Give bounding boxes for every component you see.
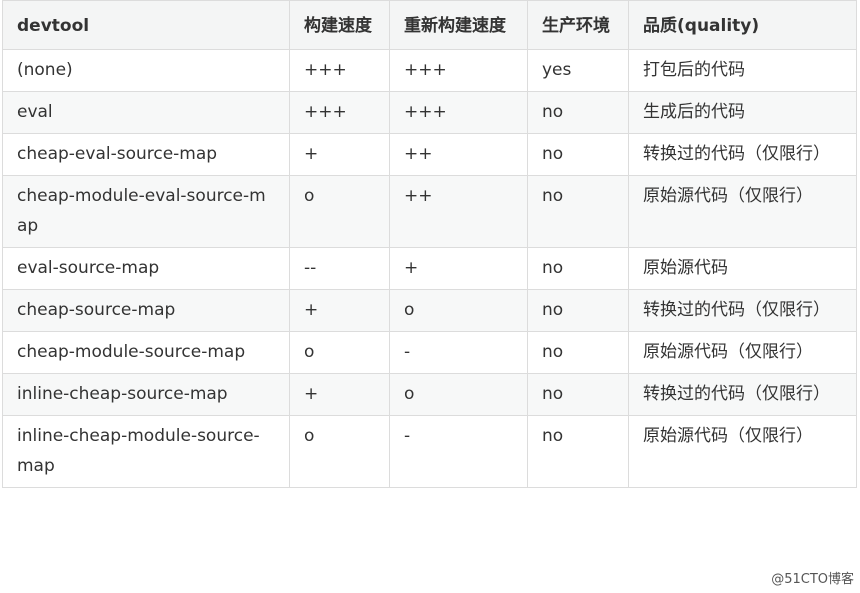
cell-quality: 原始源代码（仅限行） — [628, 331, 857, 374]
cell-rebuild-speed: o — [389, 373, 528, 416]
cell-production: no — [527, 289, 629, 332]
table-row: inline-cheap-module-source-map o - no 原始源代码（… — [2, 415, 857, 488]
cell-build-speed: + — [289, 289, 390, 332]
cell-production: no — [527, 415, 629, 488]
header-rebuild-speed: 重新构建速度 — [389, 0, 528, 50]
cell-devtool: inline-cheap-source-map — [2, 373, 290, 416]
cell-devtool: inline-cheap-module-source-map — [2, 415, 290, 488]
cell-rebuild-speed: ++ — [389, 133, 528, 176]
table-body: (none) +++ +++ yes 打包后的代码 eval +++ +++ no 生成后的代码 c… — [2, 49, 857, 488]
cell-devtool: eval — [2, 91, 290, 134]
cell-quality: 转换过的代码（仅限行） — [628, 133, 857, 176]
cell-rebuild-speed: +++ — [389, 49, 528, 92]
cell-devtool: (none) — [2, 49, 290, 92]
table-header-row: devtool 构建速度 重新构建速度 生产环境 品质(quality) — [2, 0, 857, 50]
cell-production: no — [527, 247, 629, 290]
table-row: (none) +++ +++ yes 打包后的代码 — [2, 49, 857, 92]
header-devtool: devtool — [2, 0, 290, 50]
cell-build-speed: o — [289, 175, 390, 248]
cell-rebuild-speed: + — [389, 247, 528, 290]
cell-quality: 打包后的代码 — [628, 49, 857, 92]
table-row: cheap-module-eval-source-map o ++ no 原始源代码（仅… — [2, 175, 857, 248]
cell-quality: 原始源代码（仅限行） — [628, 175, 857, 248]
cell-rebuild-speed: o — [389, 289, 528, 332]
devtool-comparison-table: devtool 构建速度 重新构建速度 生产环境 品质(quality) (no… — [2, 0, 857, 488]
cell-quality: 原始源代码（仅限行） — [628, 415, 857, 488]
cell-build-speed: + — [289, 373, 390, 416]
table-row: eval-source-map -- + no 原始源代码 — [2, 247, 857, 290]
cell-devtool: cheap-module-source-map — [2, 331, 290, 374]
cell-production: no — [527, 373, 629, 416]
cell-quality: 原始源代码 — [628, 247, 857, 290]
header-production: 生产环境 — [527, 0, 629, 50]
table-row: cheap-eval-source-map + ++ no 转换过的代码（仅限行） — [2, 133, 857, 176]
cell-quality: 转换过的代码（仅限行） — [628, 373, 857, 416]
cell-devtool: cheap-source-map — [2, 289, 290, 332]
cell-build-speed: -- — [289, 247, 390, 290]
cell-rebuild-speed: ++ — [389, 175, 528, 248]
cell-quality: 转换过的代码（仅限行） — [628, 289, 857, 332]
cell-quality: 生成后的代码 — [628, 91, 857, 134]
table-row: inline-cheap-source-map + o no 转换过的代码（仅限行） — [2, 373, 857, 416]
cell-rebuild-speed: - — [389, 415, 528, 488]
table-row: cheap-module-source-map o - no 原始源代码（仅限行） — [2, 331, 857, 374]
cell-build-speed: + — [289, 133, 390, 176]
watermark: @51CTO博客 — [771, 572, 854, 587]
table-row: cheap-source-map + o no 转换过的代码（仅限行） — [2, 289, 857, 332]
cell-devtool: cheap-module-eval-source-map — [2, 175, 290, 248]
header-build-speed: 构建速度 — [289, 0, 390, 50]
cell-rebuild-speed: - — [389, 331, 528, 374]
cell-production: no — [527, 175, 629, 248]
cell-build-speed: +++ — [289, 49, 390, 92]
cell-devtool: cheap-eval-source-map — [2, 133, 290, 176]
table-row: eval +++ +++ no 生成后的代码 — [2, 91, 857, 134]
cell-build-speed: o — [289, 331, 390, 374]
cell-production: no — [527, 331, 629, 374]
cell-devtool: eval-source-map — [2, 247, 290, 290]
cell-rebuild-speed: +++ — [389, 91, 528, 134]
header-quality: 品质(quality) — [628, 0, 857, 50]
cell-build-speed: +++ — [289, 91, 390, 134]
cell-production: no — [527, 133, 629, 176]
cell-production: yes — [527, 49, 629, 92]
cell-production: no — [527, 91, 629, 134]
cell-build-speed: o — [289, 415, 390, 488]
